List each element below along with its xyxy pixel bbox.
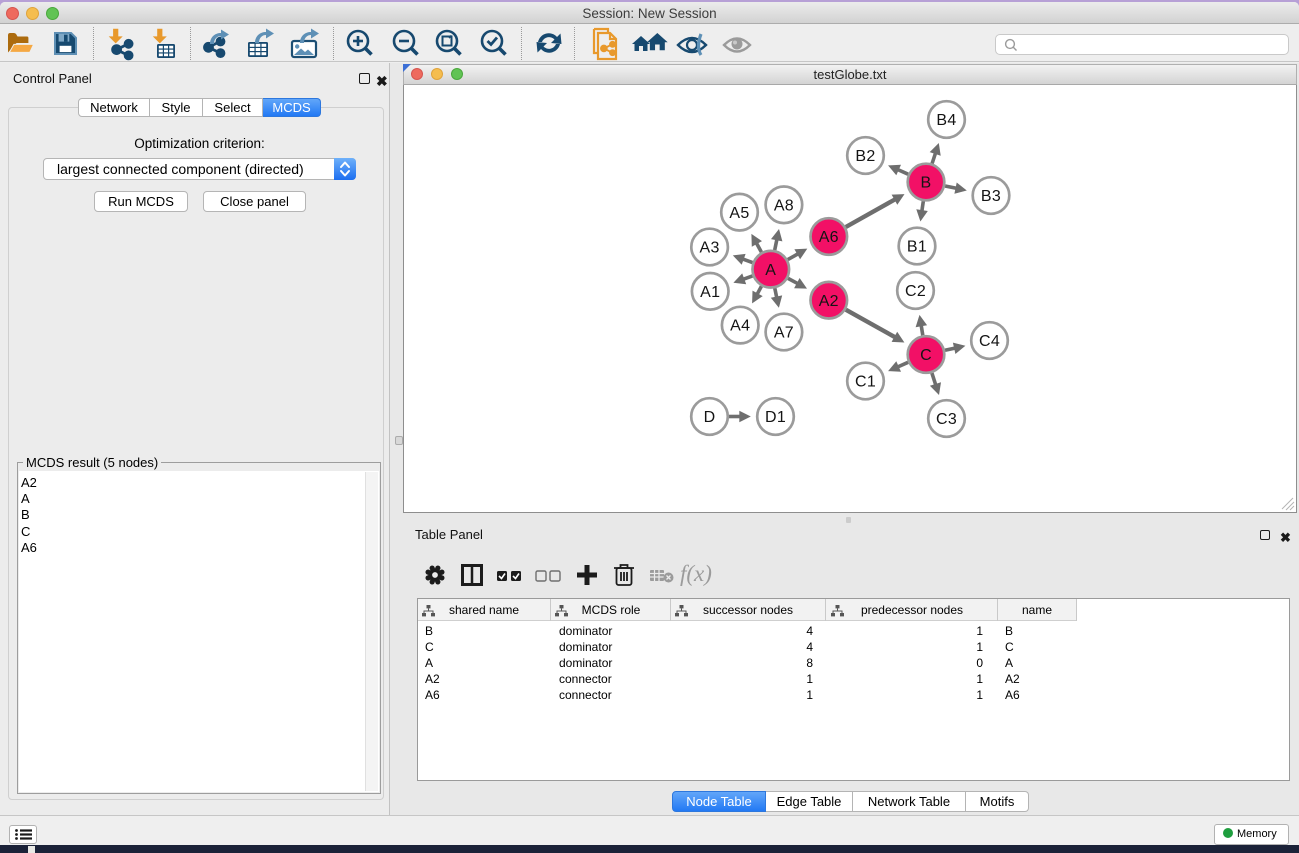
svg-text:C: C — [920, 347, 932, 364]
svg-text:A2: A2 — [819, 293, 839, 310]
svg-text:A8: A8 — [774, 197, 794, 214]
svg-text:C4: C4 — [979, 333, 1000, 350]
svg-text:C3: C3 — [936, 411, 957, 428]
svg-text:C2: C2 — [905, 283, 926, 300]
svg-text:A3: A3 — [700, 240, 720, 257]
svg-text:B2: B2 — [855, 148, 875, 165]
svg-text:C1: C1 — [855, 374, 876, 391]
svg-text:A1: A1 — [700, 284, 720, 301]
svg-text:A: A — [765, 262, 776, 279]
svg-text:B1: B1 — [907, 239, 927, 256]
svg-text:B4: B4 — [936, 112, 956, 129]
svg-text:A4: A4 — [730, 318, 750, 335]
svg-text:A5: A5 — [729, 205, 749, 222]
svg-text:A7: A7 — [774, 325, 794, 342]
svg-text:D: D — [704, 409, 716, 426]
svg-text:A6: A6 — [819, 229, 839, 246]
svg-text:B3: B3 — [981, 188, 1001, 205]
svg-text:B: B — [921, 175, 932, 192]
svg-text:D1: D1 — [765, 409, 786, 426]
